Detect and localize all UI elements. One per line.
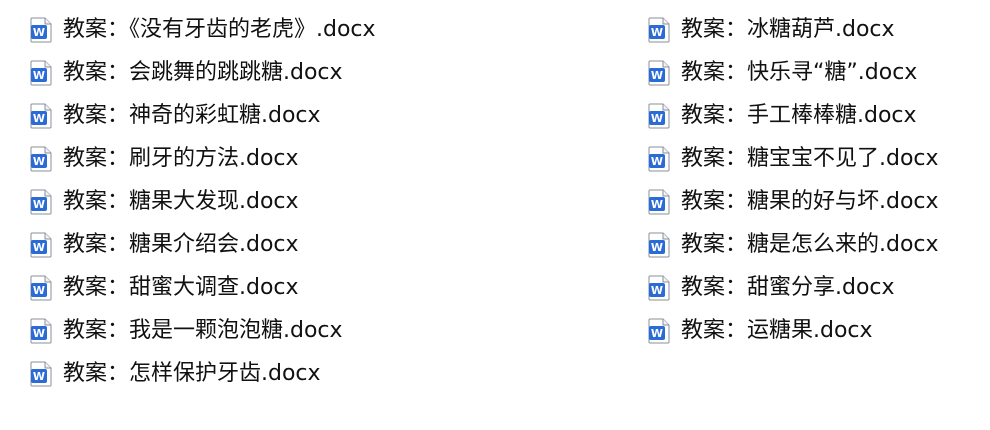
file-item[interactable]: W 教案：手工棒棒糖.docx [648,94,939,137]
word-letter: W [33,241,45,254]
file-name: 教案：怎样保护牙齿.docx [63,360,321,386]
file-name: 教案：神奇的彩虹糖.docx [63,102,321,128]
file-item[interactable]: W 教案：《没有牙齿的老虎》.docx [30,8,376,51]
file-name: 教案：甜蜜分享.docx [681,274,895,300]
file-item[interactable]: W 教案：运糖果.docx [648,309,939,352]
word-letter: W [651,155,663,168]
file-name: 教案：快乐寻“糖”.docx [681,59,918,85]
word-letter: W [651,112,663,125]
word-letter: W [33,155,45,168]
file-name: 教案：糖果大发现.docx [63,188,299,214]
word-document-icon: W [648,318,670,343]
file-name: 教案：《没有牙齿的老虎》.docx [63,16,376,42]
file-item[interactable]: W 教案：糖果的好与坏.docx [648,180,939,223]
file-name: 教案：糖果的好与坏.docx [681,188,939,214]
word-letter: W [33,198,45,211]
file-column-left: W 教案：《没有牙齿的老虎》.docx W 教案：会跳舞的跳跳糖.docx W … [30,8,376,395]
file-item[interactable]: W 教案：甜蜜分享.docx [648,266,939,309]
word-document-icon: W [648,146,670,171]
word-document-icon: W [648,275,670,300]
file-name: 教案：会跳舞的跳跳糖.docx [63,59,343,85]
word-document-icon: W [30,60,52,85]
word-letter: W [33,327,45,340]
file-item[interactable]: W 教案：糖果大发现.docx [30,180,376,223]
file-item[interactable]: W 教案：快乐寻“糖”.docx [648,51,939,94]
word-document-icon: W [30,103,52,128]
word-document-icon: W [648,17,670,42]
word-document-icon: W [30,318,52,343]
file-item[interactable]: W 教案：会跳舞的跳跳糖.docx [30,51,376,94]
word-document-icon: W [30,17,52,42]
word-document-icon: W [648,103,670,128]
file-item[interactable]: W 教案：甜蜜大调查.docx [30,266,376,309]
file-name: 教案：冰糖葫芦.docx [681,16,895,42]
file-name: 教案：手工棒棒糖.docx [681,102,917,128]
file-name: 教案：甜蜜大调查.docx [63,274,299,300]
file-item[interactable]: W 教案：怎样保护牙齿.docx [30,352,376,395]
word-document-icon: W [648,60,670,85]
file-name: 教案：糖宝宝不见了.docx [681,145,939,171]
file-item[interactable]: W 教案：神奇的彩虹糖.docx [30,94,376,137]
word-letter: W [33,370,45,383]
word-document-icon: W [30,361,52,386]
file-name: 教案：糖是怎么来的.docx [681,231,939,257]
word-letter: W [651,69,663,82]
word-letter: W [651,26,663,39]
word-letter: W [33,69,45,82]
file-item[interactable]: W 教案：糖宝宝不见了.docx [648,137,939,180]
word-document-icon: W [30,232,52,257]
word-letter: W [651,327,663,340]
word-document-icon: W [648,189,670,214]
file-item[interactable]: W 教案：糖果介绍会.docx [30,223,376,266]
file-item[interactable]: W 教案：我是一颗泡泡糖.docx [30,309,376,352]
word-letter: W [651,284,663,297]
file-name: 教案：糖果介绍会.docx [63,231,299,257]
word-document-icon: W [30,275,52,300]
file-name: 教案：我是一颗泡泡糖.docx [63,317,343,343]
file-item[interactable]: W 教案：糖是怎么来的.docx [648,223,939,266]
word-letter: W [33,284,45,297]
file-column-right: W 教案：冰糖葫芦.docx W 教案：快乐寻“糖”.docx W 教案：手工棒… [648,8,939,352]
word-document-icon: W [30,146,52,171]
word-document-icon: W [648,232,670,257]
file-name: 教案：运糖果.docx [681,317,873,343]
file-name: 教案：刷牙的方法.docx [63,145,299,171]
file-item[interactable]: W 教案：冰糖葫芦.docx [648,8,939,51]
word-letter: W [33,112,45,125]
word-letter: W [651,241,663,254]
word-letter: W [33,26,45,39]
file-item[interactable]: W 教案：刷牙的方法.docx [30,137,376,180]
word-letter: W [651,198,663,211]
word-document-icon: W [30,189,52,214]
